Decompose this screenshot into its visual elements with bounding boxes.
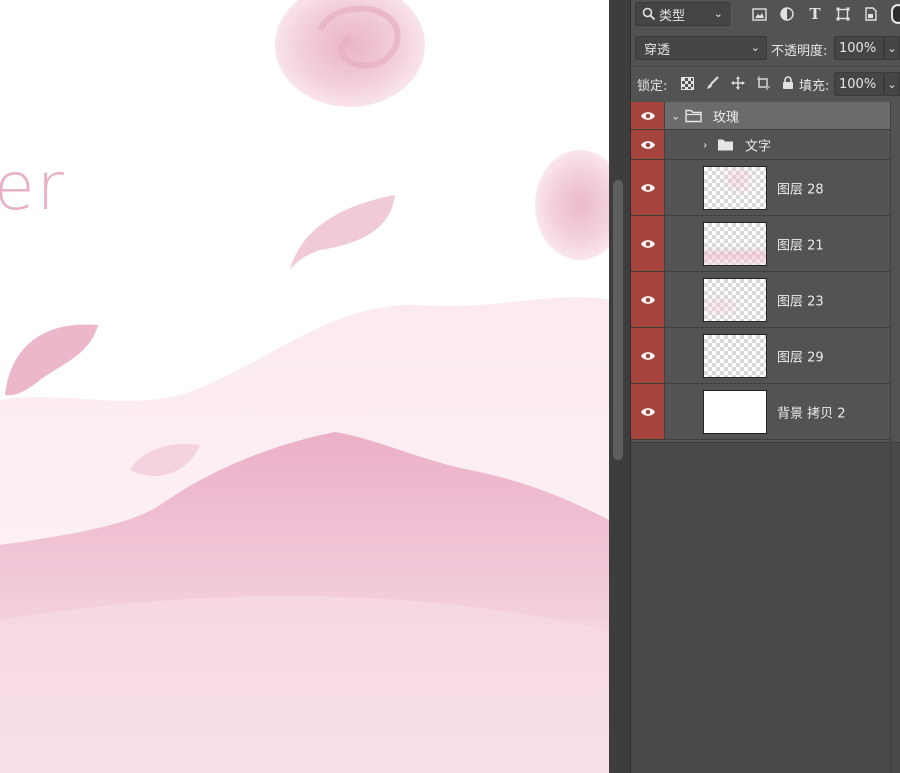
blend-options-row: 穿透 ⌄ 不透明度: 100% ⌄ [631,34,900,62]
eye-icon [640,351,655,360]
fill-label: 填充: [799,79,830,94]
chevron-down-icon[interactable]: ⌄ [671,109,680,122]
layer-background-copy-2[interactable]: 背景 拷贝 2 [631,384,891,440]
layer-23[interactable]: 图层 23 [631,272,891,328]
layer-thumbnail [703,334,767,378]
shape-filter-icon[interactable] [829,2,857,26]
layer-name: 背景 拷贝 2 [777,406,846,421]
blend-mode-value: 穿透 [644,42,671,58]
layers-empty-area[interactable] [631,442,900,773]
lock-icons [675,72,800,94]
opacity-label: 不透明度: [771,44,828,59]
layer-29[interactable]: 图层 29 [631,328,891,384]
lock-position-move-icon[interactable] [725,72,750,94]
document-canvas[interactable]: er [0,0,609,773]
chevron-down-icon: ⌄ [887,77,897,91]
layer-thumbnail [703,390,767,434]
visibility-toggle[interactable] [631,216,665,271]
watercolor-artwork [0,0,609,773]
eye-icon [640,239,655,248]
layers-panel: 类型 ⌄ T 穿透 ⌄ 不透明度: 100% ⌄ 锁定: 填充: 100% ⌄ … [631,0,900,773]
opacity-input[interactable]: 100% [834,36,884,60]
filter-type-icons: T [745,2,885,26]
lock-all-icon[interactable] [775,72,800,94]
layer-thumbnail [703,222,767,266]
layer-thumbnail [703,278,767,322]
chevron-down-icon: ⌄ [713,7,723,20]
type-filter-icon[interactable]: T [801,2,829,26]
layer-thumbnail [703,166,767,210]
blend-mode-dropdown[interactable]: 穿透 ⌄ [635,36,767,60]
layer-name: 图层 29 [777,350,824,365]
eye-icon [640,295,655,304]
folder-icon [685,109,702,122]
canvas-scrollbar-thumb[interactable] [613,180,623,460]
opacity-value: 100% [839,40,877,56]
fill-dropdown-button[interactable]: ⌄ [884,72,900,96]
visibility-toggle[interactable] [631,384,665,439]
eye-icon [640,111,655,120]
search-icon [642,7,656,21]
lock-options-row: 锁定: 填充: 100% ⌄ [631,66,900,98]
visibility-toggle[interactable] [631,272,665,327]
eye-icon [640,140,655,149]
layer-name: 文字 [745,139,772,154]
visibility-toggle[interactable] [631,328,665,383]
filter-toggle-switch[interactable] [891,4,900,24]
lock-image-pixels-brush-icon[interactable] [700,72,725,94]
layer-28[interactable]: 图层 28 [631,160,891,216]
visibility-toggle[interactable] [631,102,665,129]
layer-name: 图层 28 [777,182,824,197]
lock-label: 锁定: [637,79,668,94]
visibility-toggle[interactable] [631,160,665,215]
image-filter-icon[interactable] [745,2,773,26]
adjustment-filter-icon[interactable] [773,2,801,26]
layer-name: 图层 23 [777,294,824,309]
smart-object-filter-icon[interactable] [857,2,885,26]
layer-name: 图层 21 [777,238,824,253]
layer-group-rose[interactable]: ⌄ 玫瑰 [631,102,891,130]
layer-name: 玫瑰 [713,110,740,125]
lock-artboard-icon[interactable] [750,72,775,94]
visibility-toggle[interactable] [631,130,665,159]
eye-icon [640,407,655,416]
chevron-right-icon[interactable]: › [703,138,707,151]
chevron-down-icon: ⌄ [887,41,897,55]
layers-list: ⌄ 玫瑰 › 文字 图层 28 图层 21 图层 23 图层 29 背景 拷贝 … [631,102,891,440]
eye-icon [640,183,655,192]
filter-kind-label: 类型 [659,8,686,24]
lock-transparent-pixels-icon[interactable] [675,72,700,94]
fill-input[interactable]: 100% [834,72,884,96]
fill-value: 100% [839,76,877,92]
opacity-dropdown-button[interactable]: ⌄ [884,36,900,60]
layer-group-text[interactable]: › 文字 [631,130,891,160]
chevron-down-icon: ⌄ [750,41,760,54]
panel-divider [890,102,891,773]
layer-21[interactable]: 图层 21 [631,216,891,272]
filter-kind-dropdown[interactable]: 类型 ⌄ [635,2,730,26]
folder-icon [718,139,733,150]
artwork-title-text: er [0,148,66,225]
layer-filter-row: 类型 ⌄ T [631,0,900,30]
